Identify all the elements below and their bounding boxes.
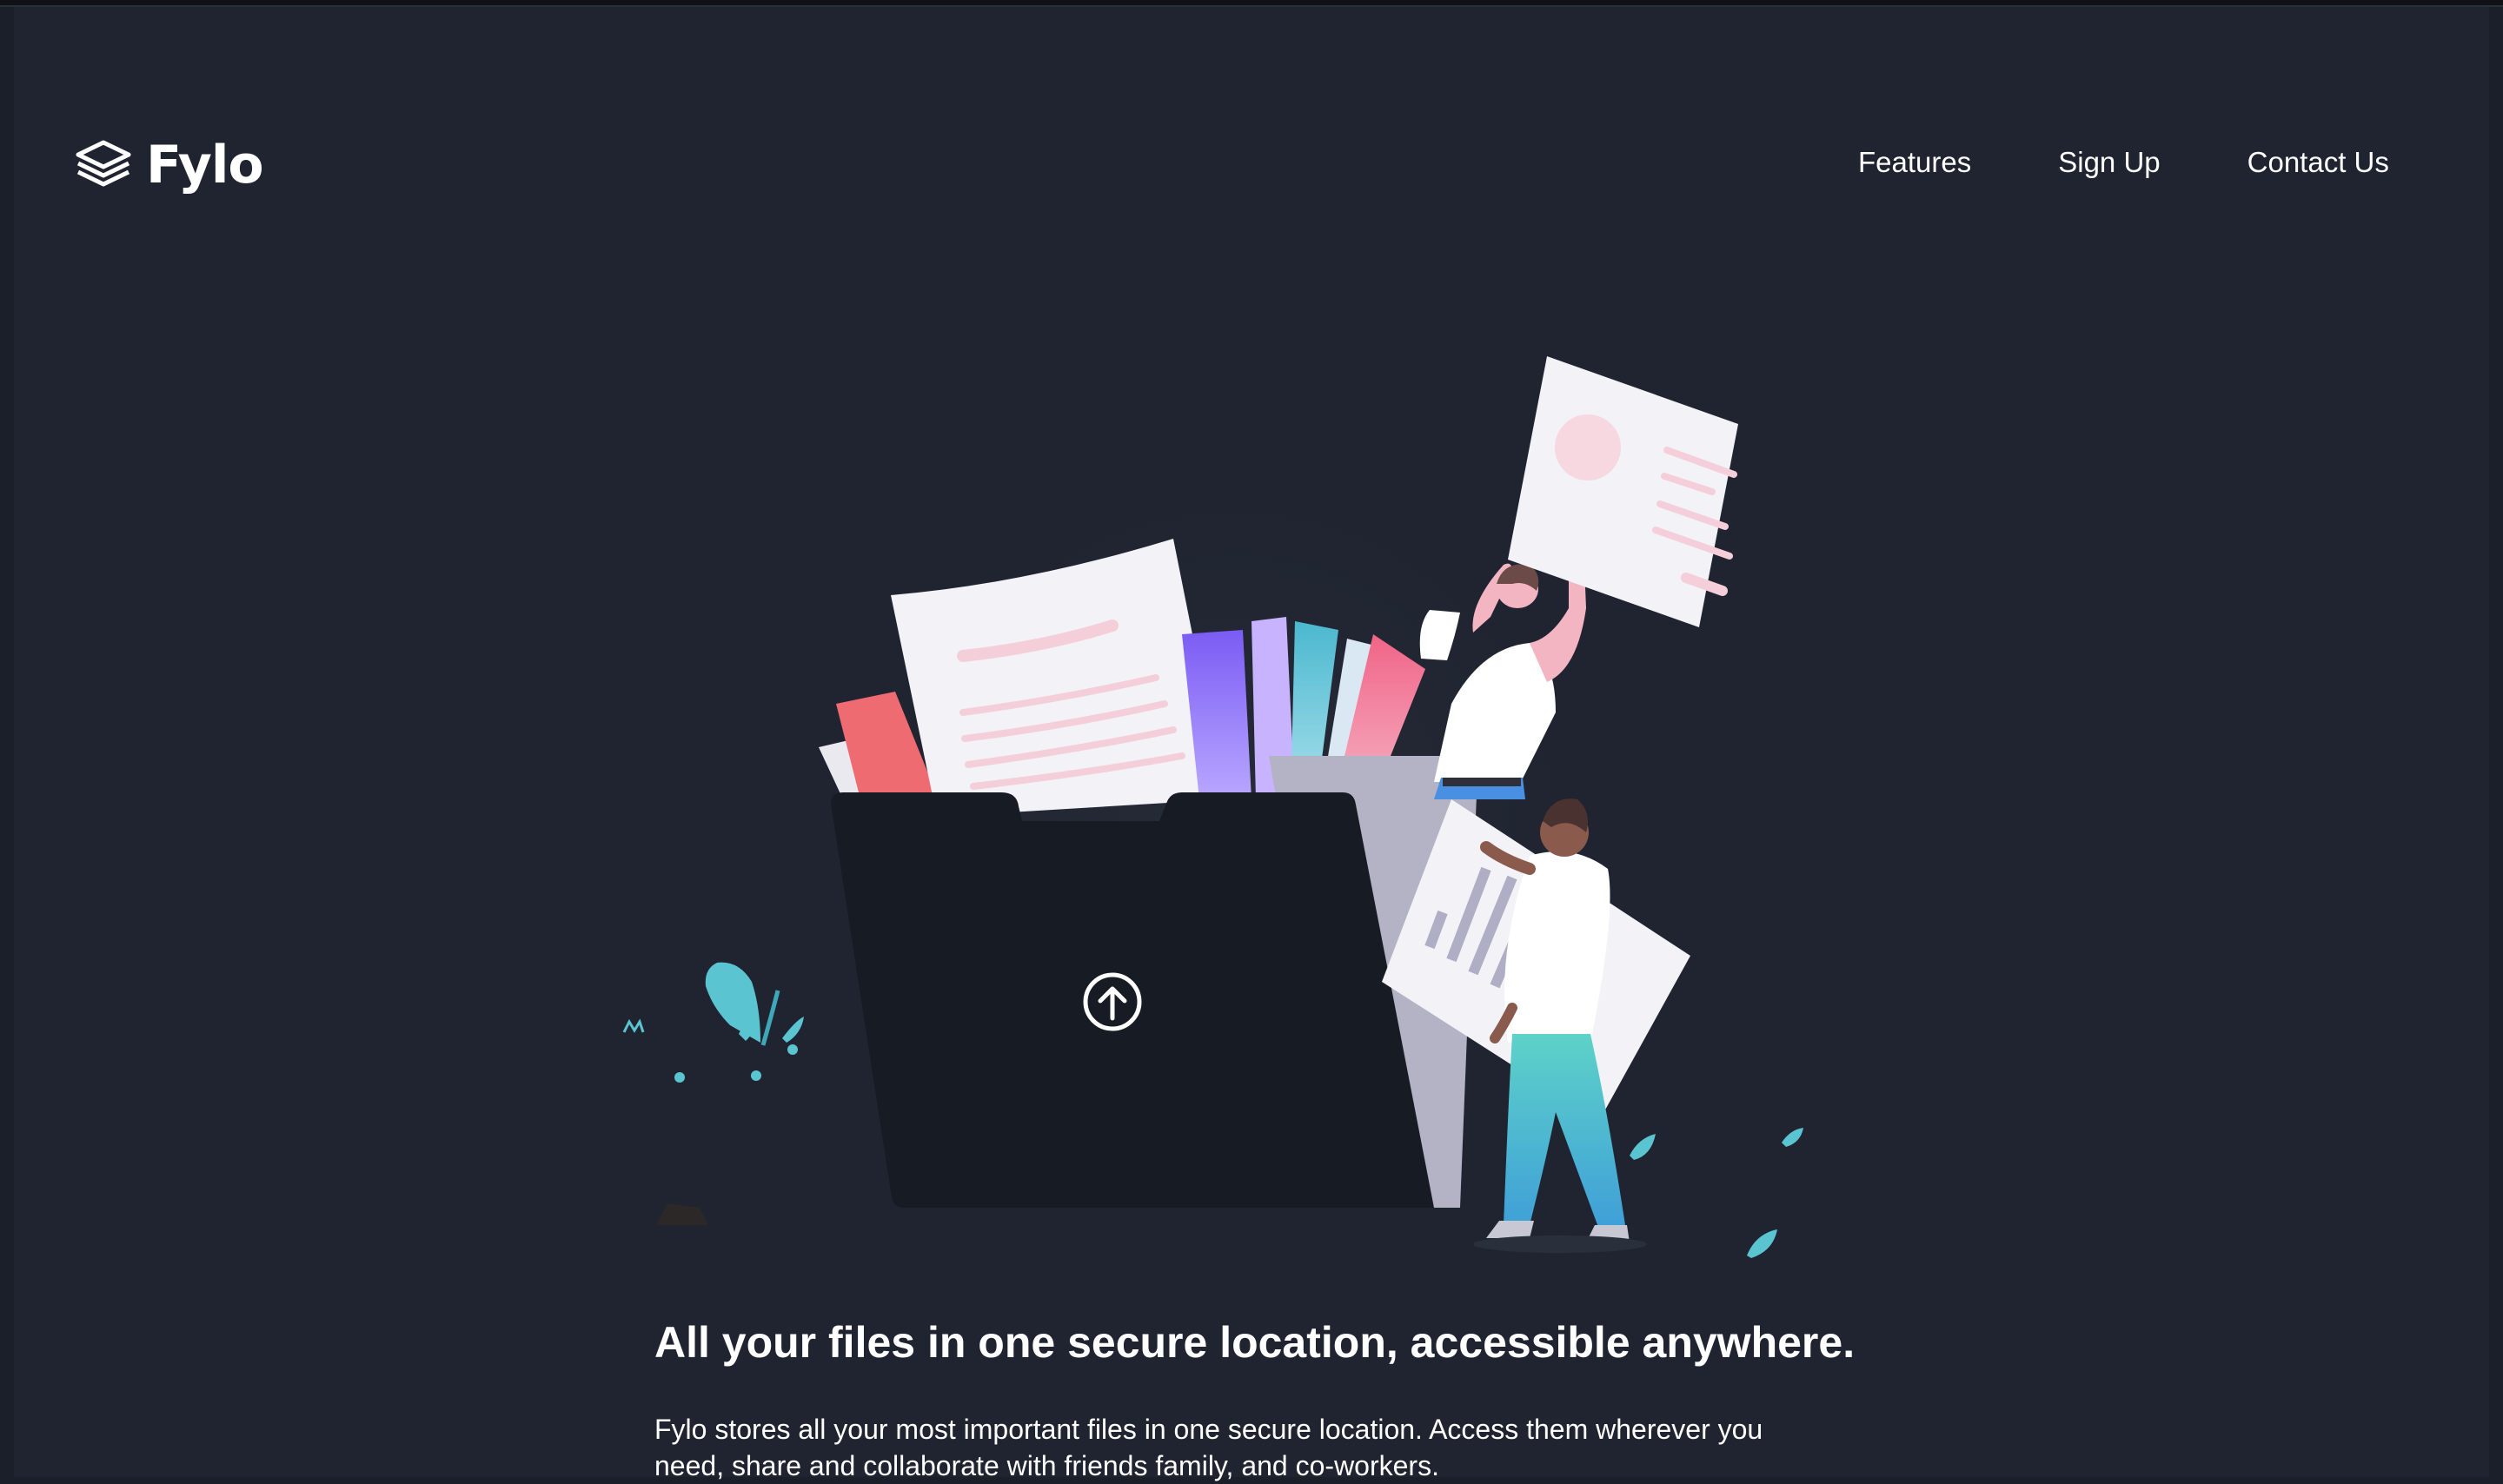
page-right-edge <box>2489 7 2503 1477</box>
main-nav: Features Sign Up Contact Us <box>1858 146 2389 179</box>
hero-illustration <box>608 348 1912 1286</box>
browser-top-edge <box>0 0 2503 7</box>
document-sheet <box>891 539 1225 817</box>
plant-decoration <box>622 962 804 1225</box>
nav-link-sign-up[interactable]: Sign Up <box>2058 146 2160 179</box>
nav-link-features[interactable]: Features <box>1858 146 1971 179</box>
brand-name: Fylo <box>146 135 264 195</box>
hero-headline: All your files in one secure location, a… <box>654 1318 1856 1367</box>
page-left-edge <box>0 7 14 1477</box>
floating-profile-card <box>1508 356 1738 627</box>
folder-front <box>831 792 1434 1208</box>
nav-link-contact-us[interactable]: Contact Us <box>2247 146 2389 179</box>
floating-leaves <box>1630 1128 1803 1258</box>
hero-description: Fylo stores all your most important file… <box>654 1414 1763 1481</box>
brand-logo[interactable]: Fylo <box>73 130 264 200</box>
stacked-layers-icon <box>73 137 134 194</box>
